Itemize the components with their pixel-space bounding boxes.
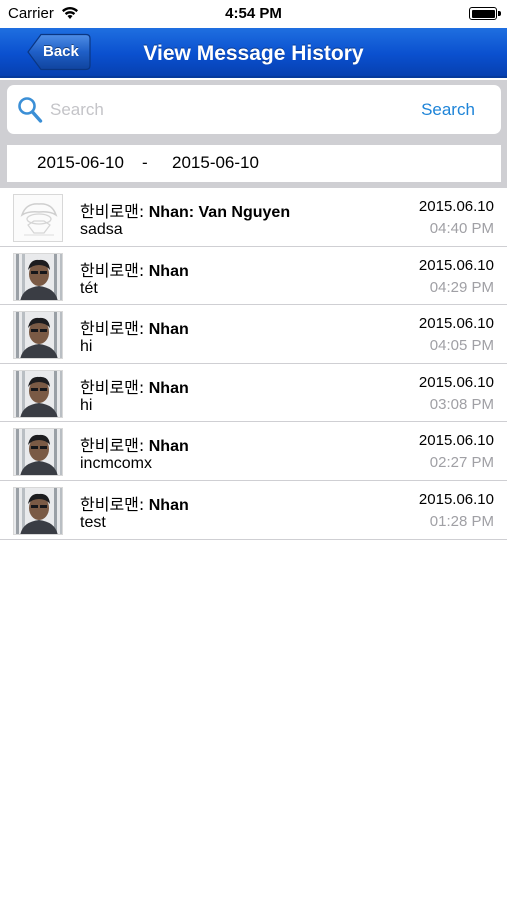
message-date: 2015.06.10: [418, 373, 494, 391]
date-from[interactable]: 2015-06-10: [37, 153, 124, 173]
message-date: 2015.06.10: [418, 256, 494, 274]
message-date: 2015.06.10: [418, 490, 494, 508]
message-time: 02:27 PM: [429, 454, 494, 472]
message-time: 04:29 PM: [429, 278, 494, 296]
search-button[interactable]: Search: [410, 97, 486, 123]
message-row[interactable]: 한비로맨: Nhan hi 2015.06.10 03:08 PM: [0, 363, 507, 423]
user-photo-avatar: [13, 369, 63, 418]
message-date: 2015.06.10: [418, 315, 494, 333]
search-input[interactable]: [50, 98, 380, 122]
battery-icon: [469, 7, 501, 20]
placeholder-avatar-icon: [13, 194, 63, 242]
message-time: 01:28 PM: [429, 512, 494, 530]
status-bar: Carrier 4:54 PM: [0, 0, 507, 28]
user-photo-avatar: [13, 486, 63, 535]
user-photo-avatar: [13, 428, 63, 477]
search-icon: [17, 96, 43, 124]
sender-label: 한비로맨: Nhan: [80, 260, 189, 280]
sender-label: 한비로맨: Nhan: Van Nguyen: [80, 202, 291, 221]
sender-label: 한비로맨: Nhan: [80, 436, 189, 456]
message-time: 04:40 PM: [429, 220, 494, 237]
message-text: incmcomx: [80, 455, 153, 473]
user-photo-avatar: [13, 311, 63, 360]
sender-label: 한비로맨: Nhan: [80, 319, 189, 339]
clock-time: 4:54 PM: [225, 5, 282, 22]
message-text: sadsa: [80, 221, 123, 238]
message-time: 04:05 PM: [429, 337, 494, 355]
sender-label: 한비로맨: Nhan: [80, 494, 189, 514]
message-text: test: [80, 513, 106, 531]
message-text: hi: [80, 396, 93, 414]
user-photo-avatar: [13, 252, 63, 301]
message-text: tét: [80, 279, 98, 297]
date-separator: -: [142, 153, 148, 172]
message-row[interactable]: 한비로맨: Nhan incmcomx 2015.06.10 02:27 PM: [0, 422, 507, 481]
message-row[interactable]: 한비로맨: Nhan hi 2015.06.10 04:05 PM: [0, 305, 507, 364]
message-date: 2015.06.10: [418, 432, 494, 450]
message-row[interactable]: 한비로맨: Nhan test 2015.06.10 01:28 PM: [0, 480, 507, 540]
message-row[interactable]: 한비로맨: Nhan: Van Nguyen sadsa 2015.06.10 …: [0, 188, 507, 247]
sender-label: 한비로맨: Nhan: [80, 377, 189, 397]
message-row[interactable]: 한비로맨: Nhan tét 2015.06.10 04:29 PM: [0, 246, 507, 306]
date-to[interactable]: 2015-06-10: [172, 153, 259, 173]
message-text: hi: [80, 338, 93, 356]
page-title: View Message History: [143, 42, 364, 65]
message-time: 03:08 PM: [429, 395, 494, 413]
message-list: 한비로맨: Nhan: Van Nguyen sadsa 2015.06.10 …: [0, 188, 507, 540]
message-date: 2015.06.10: [418, 198, 494, 215]
